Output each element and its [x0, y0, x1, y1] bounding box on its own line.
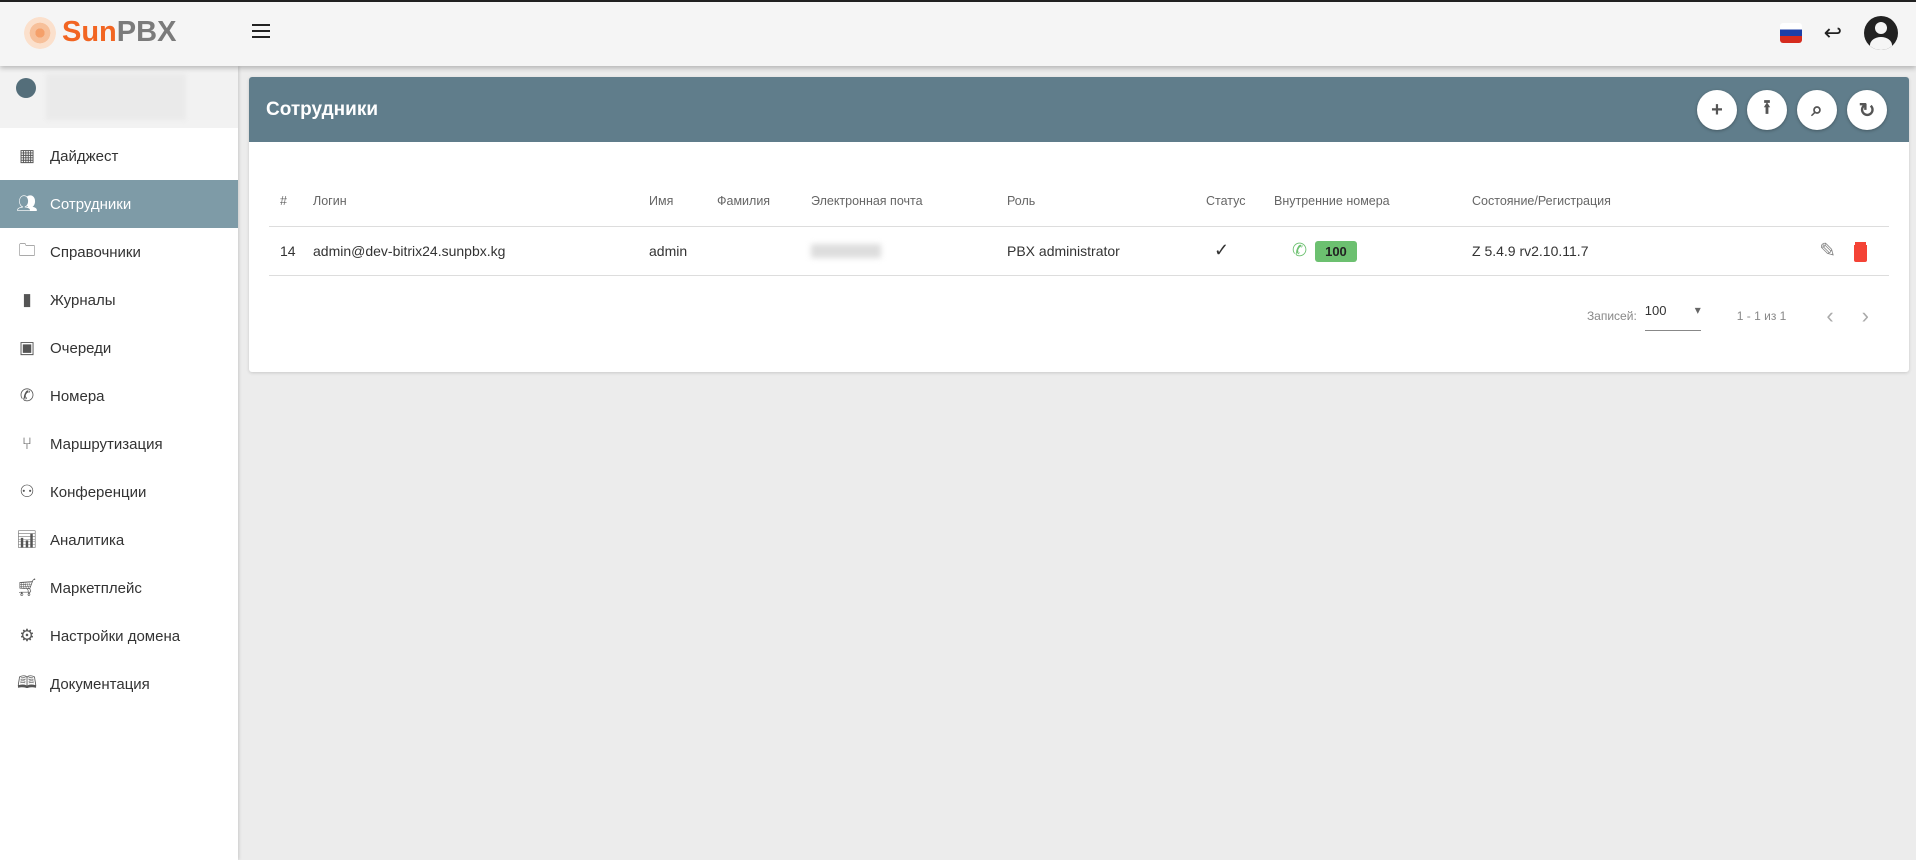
sidebar-item-label: Документация: [50, 675, 150, 693]
russian-flag-icon[interactable]: [1779, 23, 1802, 43]
sidebar-item-label: Очереди: [50, 339, 112, 357]
plus-icon: +: [1711, 98, 1723, 121]
sidebar-item-routing[interactable]: ⑂ Маршрутизация: [0, 420, 238, 468]
logo-sun: Sun: [62, 16, 117, 48]
col-surname[interactable]: Фамилия: [717, 177, 811, 227]
upload-icon: ⭱: [1763, 97, 1771, 119]
col-role[interactable]: Роль: [1007, 177, 1206, 227]
logo[interactable]: SunPBX: [24, 16, 176, 49]
logo-pbx: PBX: [116, 16, 177, 48]
sun-logo-icon: [24, 16, 56, 49]
sidebar-item-journals[interactable]: ▮ Журналы: [0, 276, 238, 324]
next-page-icon[interactable]: ›: [1862, 303, 1869, 329]
cell-extensions: ✆ 100: [1274, 226, 1472, 276]
sidebar-item-label: Дайджест: [50, 147, 119, 165]
prev-page-icon[interactable]: ‹: [1826, 303, 1833, 329]
route-icon: ⑂: [21, 434, 33, 453]
sidebar-item-label: Настройки домена: [50, 627, 181, 645]
sidebar-item-queues[interactable]: ▣ Очереди: [0, 324, 238, 372]
sidebar-item-directories[interactable]: 🗀︎ Справочники: [0, 228, 238, 276]
cell-role: PBX administrator: [1007, 226, 1206, 276]
sidebar-item-label: Сотрудники: [50, 195, 132, 213]
sidebar-item-label: Конференции: [50, 483, 147, 501]
col-name[interactable]: Имя: [649, 177, 717, 227]
contact-icon: ▣: [18, 338, 36, 357]
sidebar-item-label: Номера: [50, 387, 105, 405]
gear-icon: ⚙: [19, 626, 35, 645]
user-icon: [16, 78, 36, 98]
refresh-icon: ↻: [1858, 99, 1876, 122]
col-status[interactable]: Статус: [1206, 177, 1274, 227]
sidebar-item-conferences[interactable]: ⚇ Конференции: [0, 468, 238, 516]
menu-icon[interactable]: [252, 24, 270, 42]
refresh-button[interactable]: ↻: [1847, 90, 1887, 130]
col-email[interactable]: Электронная почта: [811, 177, 1007, 227]
sidebar-item-domain-settings[interactable]: ⚙ Настройки домена: [0, 612, 238, 660]
sidebar-item-documentation[interactable]: 🕮︎ Документация: [0, 660, 238, 708]
page-range: 1 - 1 из 1: [1736, 309, 1787, 323]
rows-per-page-select[interactable]: 100 ▾: [1644, 301, 1701, 331]
sidebar: ▦ Дайджест 👥︎ Сотрудники 🗀︎ Справочники ▮ Жу…: [0, 66, 238, 860]
cell-status: ✓: [1206, 226, 1274, 276]
cell-state: Z 5.4.9 rv2.10.11.7: [1472, 226, 1772, 276]
top-bar: SunPBX ↩: [0, 2, 1916, 66]
delete-icon[interactable]: [1854, 244, 1867, 262]
dropdown-arrow-icon: ▾: [1694, 303, 1701, 317]
blurred-email: [811, 243, 881, 258]
sidebar-item-marketplace[interactable]: 🛒︎ Маркетплейс: [0, 564, 238, 612]
groups-icon: ⚇: [19, 482, 35, 501]
col-extensions[interactable]: Внутренние номера: [1274, 177, 1472, 227]
account-icon[interactable]: [1864, 16, 1898, 50]
book-icon: ▮: [22, 290, 32, 309]
edit-icon[interactable]: ✎: [1819, 240, 1836, 262]
rows-per-page-label: Записей:: [1586, 309, 1637, 323]
rows-per-page-value: 100: [1644, 303, 1667, 318]
table-row[interactable]: 14 admin@dev-bitrix24.sunpbx.kg admin PB…: [269, 226, 1889, 276]
phone-icon: ✆: [19, 386, 35, 405]
sidebar-item-analytics[interactable]: 📊︎ Аналитика: [0, 516, 238, 564]
pagination: Записей: 100 ▾ 1 - 1 из 1 ‹ ›: [1587, 301, 1869, 331]
basket-icon: 🛒︎: [16, 578, 38, 597]
sidebar-item-label: Журналы: [50, 291, 116, 309]
upload-button[interactable]: ⭱: [1747, 90, 1787, 130]
col-number[interactable]: #: [269, 177, 313, 227]
employees-card: Сотрудники + ⭱ ⌕ ↻ # Логин Имя Фамилия Э…: [249, 77, 1909, 372]
docs-icon: 🕮︎: [16, 672, 38, 692]
sidebar-item-employees[interactable]: 👥︎ Сотрудники: [0, 180, 238, 228]
reply-icon[interactable]: ↩: [1824, 20, 1842, 46]
col-login[interactable]: Логин: [313, 177, 649, 227]
sip-phone-icon: ✆: [1292, 239, 1308, 260]
check-icon: ✓: [1214, 240, 1230, 260]
sidebar-item-digest[interactable]: ▦ Дайджест: [0, 132, 238, 180]
cell-name: admin: [649, 226, 717, 276]
user-panel: [0, 66, 238, 128]
col-state[interactable]: Состояние/Регистрация: [1472, 177, 1772, 227]
search-button[interactable]: ⌕: [1797, 90, 1837, 130]
sidebar-item-label: Маршрутизация: [50, 435, 163, 453]
sidebar-item-label: Маркетплейс: [50, 579, 142, 597]
folder-icon: 🗀︎: [18, 240, 36, 260]
blurred-user-info: [46, 74, 186, 120]
extension-badge[interactable]: 100: [1315, 240, 1357, 262]
dashboard-icon: ▦: [18, 146, 36, 165]
sidebar-item-numbers[interactable]: ✆ Номера: [0, 372, 238, 420]
search-icon: ⌕: [1811, 98, 1823, 121]
cell-id: 14: [269, 226, 313, 276]
page-title: Сотрудники: [266, 98, 379, 120]
add-button[interactable]: +: [1697, 90, 1737, 130]
cell-surname: [717, 226, 811, 276]
cell-login: admin@dev-bitrix24.sunpbx.kg: [313, 226, 649, 276]
sidebar-item-label: Аналитика: [50, 531, 125, 549]
employees-table: # Логин Имя Фамилия Электронная почта Ро…: [269, 177, 1889, 276]
chart-icon: 📊︎: [16, 530, 38, 549]
sidebar-item-label: Справочники: [50, 243, 141, 261]
cell-email: [811, 226, 1007, 276]
people-icon: 👥︎: [16, 194, 38, 213]
